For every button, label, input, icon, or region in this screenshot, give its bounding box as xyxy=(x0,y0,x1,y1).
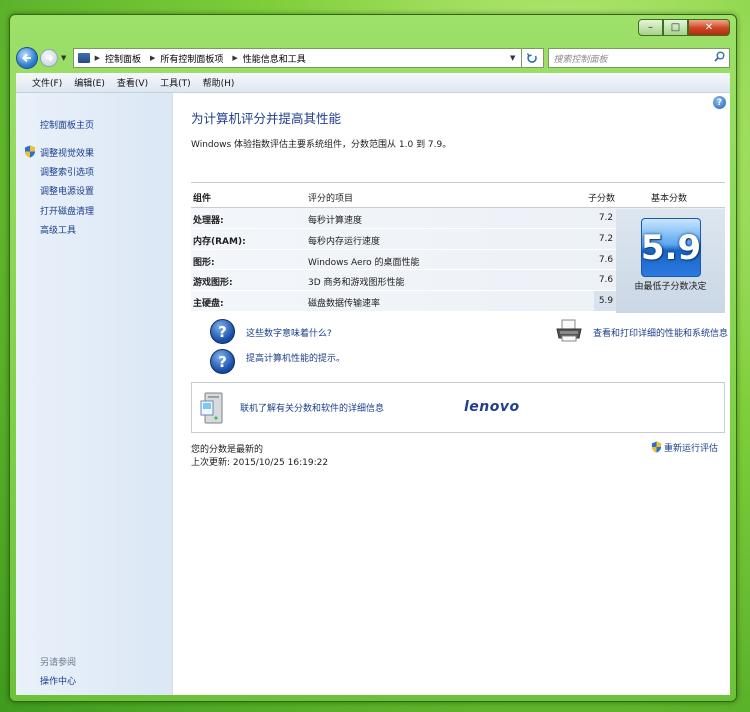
header-basescore: 基本分数 xyxy=(651,194,688,204)
online-info-panel: 联机了解有关分数和软件的详细信息 lenovo xyxy=(191,382,725,433)
header-subscore: 子分数 xyxy=(588,194,616,204)
sidebar: 控制面板主页 调整视觉效果 调整索引选项 调整电源设置 打开磁盘清理 高级工具 … xyxy=(16,93,173,695)
score-table: 组件 评分的项目 子分数 基本分数 处理器: 每秒计算速度 7.2 内存(RAM… xyxy=(191,182,725,313)
sidebar-task-visual-effects[interactable]: 调整视觉效果 xyxy=(40,146,94,159)
back-button[interactable] xyxy=(16,47,38,69)
row-component: 处理器: xyxy=(193,216,224,226)
row-subscore: 5.9 xyxy=(594,291,618,312)
online-details-link[interactable]: 联机了解有关分数和软件的详细信息 xyxy=(240,401,384,414)
menu-help[interactable]: 帮助(H) xyxy=(203,76,235,89)
row-subscore: 7.6 xyxy=(598,254,614,265)
base-score-tile: 5.9 xyxy=(641,218,701,277)
control-panel-window: – □ ✕ ▼ ▶ 控制面板 ▶ 所有控制面板项 ▶ 性能信息和工具 ▼ 搜索控… xyxy=(9,14,737,702)
forward-button[interactable] xyxy=(39,49,58,67)
printer-icon xyxy=(556,319,582,342)
last-updated: 上次更新: 2015/10/25 16:19:22 xyxy=(191,458,329,468)
search-placeholder: 搜索控制面板 xyxy=(553,54,608,65)
row-subscore: 7.2 xyxy=(598,213,614,223)
lenovo-logo: lenovo xyxy=(464,399,520,415)
search-input[interactable]: 搜索控制面板 xyxy=(547,48,730,68)
view-print-details-link[interactable]: 查看和打印详细的性能和系统信息 xyxy=(593,326,728,339)
sidebar-task-advanced-tools[interactable]: 高级工具 xyxy=(40,223,76,236)
page-description: Windows 体验指数评估主要系统组件，分数范围从 1.0 到 7.9。 xyxy=(191,140,452,150)
uac-shield-icon xyxy=(651,441,662,453)
row-item: 每秒内存运行速度 xyxy=(308,236,381,247)
row-subscore: 7.2 xyxy=(598,233,614,244)
address-dropdown-icon[interactable]: ▼ xyxy=(505,54,521,62)
breadcrumb-separator-icon[interactable]: ▶ xyxy=(232,54,237,62)
score-status: 您的分数是最新的 xyxy=(191,445,264,455)
minimize-button[interactable]: – xyxy=(638,19,663,36)
refresh-icon xyxy=(526,53,537,63)
back-arrow-icon xyxy=(21,53,31,63)
close-button[interactable]: ✕ xyxy=(688,19,730,36)
caption-buttons: – □ ✕ xyxy=(638,19,730,36)
menu-edit[interactable]: 编辑(E) xyxy=(74,76,105,89)
see-also-action-center[interactable]: 操作中心 xyxy=(40,674,76,687)
navigation-bar: ▼ ▶ 控制面板 ▶ 所有控制面板项 ▶ 性能信息和工具 ▼ 搜索控制面板 xyxy=(16,45,730,71)
row-component: 主硬盘: xyxy=(193,299,224,310)
rerun-assessment-link[interactable]: 重新运行评估 xyxy=(664,441,718,454)
question-icon: ? xyxy=(210,349,235,374)
breadcrumb-separator-icon[interactable]: ▶ xyxy=(95,54,100,62)
help-icon[interactable]: ? xyxy=(713,96,726,109)
forward-arrow-icon xyxy=(45,54,53,62)
row-item: 3D 商务和游戏图形性能 xyxy=(308,278,405,289)
base-score-box: 5.9 由最低子分数决定 xyxy=(616,209,725,313)
refresh-button[interactable] xyxy=(521,48,544,68)
recent-pages-dropdown[interactable]: ▼ xyxy=(59,54,69,62)
row-component: 内存(RAM): xyxy=(193,236,246,247)
header-component: 组件 xyxy=(193,194,212,204)
row-item: 磁盘数据传输速率 xyxy=(308,299,381,310)
see-also-heading: 另请参阅 xyxy=(40,658,77,668)
row-subscore: 7.6 xyxy=(598,275,614,286)
menu-bar: 文件(F) 编辑(E) 查看(V) 工具(T) 帮助(H) xyxy=(16,73,730,93)
table-header: 组件 评分的项目 子分数 基本分数 xyxy=(191,182,725,208)
control-panel-icon xyxy=(77,53,90,63)
performance-tips-link[interactable]: 提高计算机性能的提示。 xyxy=(246,351,345,364)
question-icon: ? xyxy=(210,319,235,344)
sidebar-home-link[interactable]: 控制面板主页 xyxy=(40,118,94,131)
search-icon[interactable] xyxy=(714,51,725,65)
breadcrumb-all-items[interactable]: 所有控制面板项 xyxy=(160,52,223,65)
what-numbers-mean-link[interactable]: 这些数字意味着什么? xyxy=(246,326,332,339)
breadcrumb-separator-icon[interactable]: ▶ xyxy=(150,54,155,62)
uac-shield-icon xyxy=(25,145,35,158)
address-bar[interactable]: ▶ 控制面板 ▶ 所有控制面板项 ▶ 性能信息和工具 ▼ xyxy=(72,48,522,68)
breadcrumb-performance[interactable]: 性能信息和工具 xyxy=(243,52,306,65)
sidebar-task-disk-cleanup[interactable]: 打开磁盘清理 xyxy=(40,204,94,217)
sidebar-task-power[interactable]: 调整电源设置 xyxy=(40,184,94,197)
maximize-button[interactable]: □ xyxy=(663,19,688,36)
menu-tools[interactable]: 工具(T) xyxy=(160,76,191,89)
base-score-caption: 由最低子分数决定 xyxy=(634,282,707,292)
row-component: 游戏图形: xyxy=(193,278,233,289)
sidebar-task-indexing[interactable]: 调整索引选项 xyxy=(40,165,94,178)
row-item: Windows Aero 的桌面性能 xyxy=(308,257,420,268)
header-rated-item: 评分的项目 xyxy=(308,194,354,204)
menu-file[interactable]: 文件(F) xyxy=(32,76,62,89)
page-title: 为计算机评分并提高其性能 xyxy=(191,111,342,126)
menu-view[interactable]: 查看(V) xyxy=(117,76,148,89)
row-item: 每秒计算速度 xyxy=(308,216,363,226)
computer-tower-icon xyxy=(200,392,223,424)
breadcrumb-control-panel[interactable]: 控制面板 xyxy=(105,52,141,65)
main-content: ? 为计算机评分并提高其性能 Windows 体验指数评估主要系统组件，分数范围… xyxy=(173,93,730,695)
row-component: 图形: xyxy=(193,257,215,268)
